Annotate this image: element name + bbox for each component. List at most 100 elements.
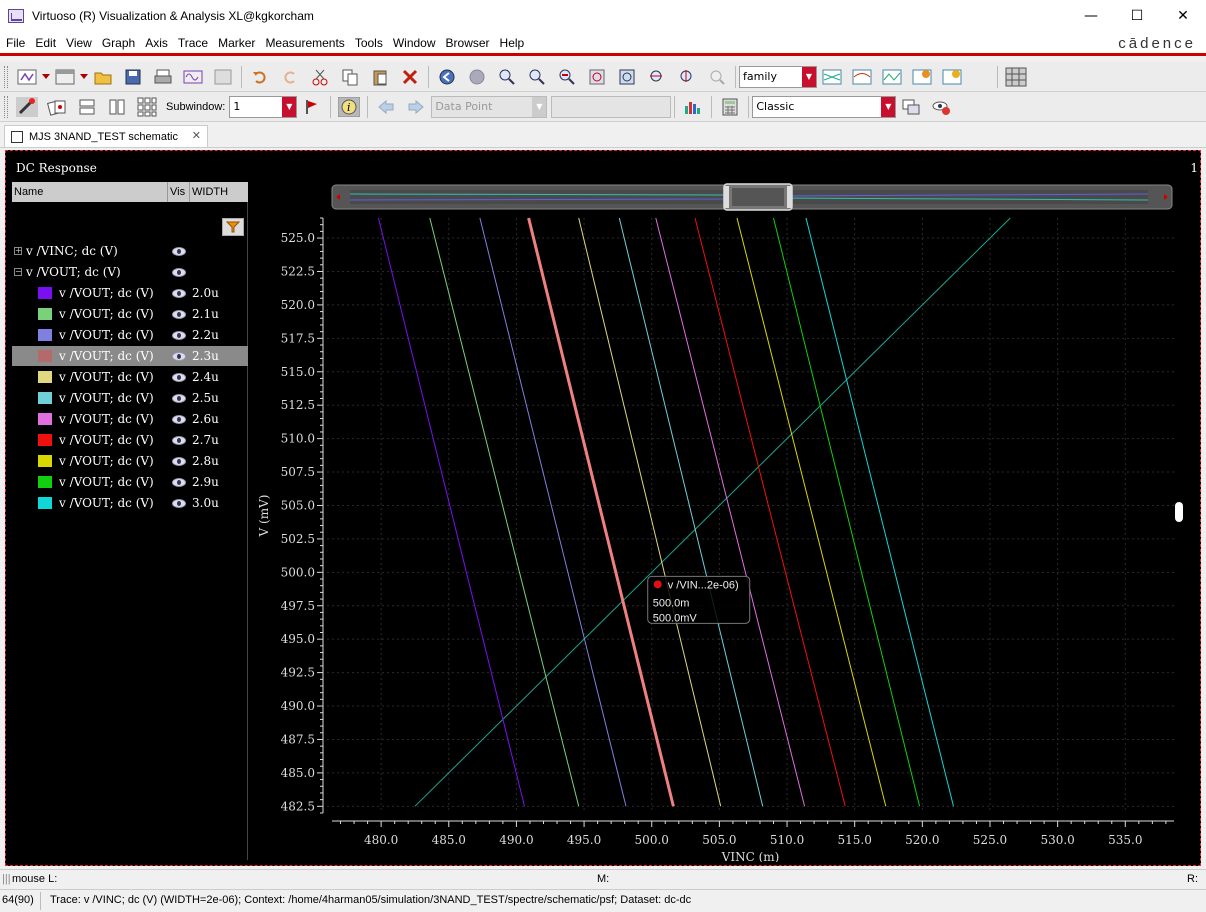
close-icon[interactable]: ✕ <box>192 129 201 142</box>
zoom-in-icon[interactable] <box>496 66 518 88</box>
cards-icon[interactable] <box>46 96 68 118</box>
visibility-eye-icon[interactable] <box>172 267 186 277</box>
tile-grid-icon[interactable] <box>136 96 158 118</box>
chevron-down-icon[interactable] <box>80 66 88 88</box>
arrow-right-icon[interactable] <box>405 96 427 118</box>
histogram-icon[interactable] <box>682 96 704 118</box>
marker-type-select[interactable]: Data Point ▼ <box>431 95 548 118</box>
tab-schematic[interactable]: MJS 3NAND_TEST schematic ✕ <box>4 125 208 147</box>
menu-axis[interactable]: Axis <box>141 36 172 50</box>
split-vertical-icon[interactable] <box>106 96 128 118</box>
stack-icon[interactable] <box>851 66 873 88</box>
flag-icon[interactable] <box>301 96 323 118</box>
toolbar-grip[interactable] <box>4 65 8 88</box>
trace-line-2.3u[interactable] <box>527 217 675 807</box>
trace-group-row[interactable]: + v /VINC; dc (V) <box>12 241 248 261</box>
replace-trace-icon[interactable] <box>941 66 963 88</box>
visibility-eye-icon[interactable] <box>172 351 186 361</box>
menu-measurements[interactable]: Measurements <box>261 36 348 50</box>
trace-line-2.0u[interactable] <box>377 217 525 807</box>
fit-icon[interactable] <box>616 66 638 88</box>
print-icon[interactable] <box>152 66 174 88</box>
menu-trace[interactable]: Trace <box>174 36 212 50</box>
close-window-button[interactable]: ✕ <box>1160 0 1206 32</box>
strip-chart-icon[interactable] <box>821 66 843 88</box>
visibility-eye-icon[interactable] <box>172 372 186 382</box>
menu-window[interactable]: Window <box>389 36 440 50</box>
visibility-eye-icon[interactable] <box>172 330 186 340</box>
expander-icon[interactable]: + <box>14 247 22 255</box>
menu-graph[interactable]: Graph <box>98 36 139 50</box>
trace-line-2.7u[interactable] <box>694 217 846 807</box>
zoom-x-icon[interactable] <box>526 66 548 88</box>
menu-browser[interactable]: Browser <box>442 36 494 50</box>
overlay-icon[interactable] <box>881 66 903 88</box>
paste-icon[interactable] <box>369 66 391 88</box>
trace-row[interactable]: v /VOUT; dc (V) 2.7u <box>12 430 248 450</box>
style-select[interactable]: Classic ▼ <box>752 95 897 118</box>
visibility-eye-icon[interactable] <box>172 393 186 403</box>
menu-edit[interactable]: Edit <box>31 36 60 50</box>
column-vis[interactable]: Vis <box>168 182 190 202</box>
chevron-down-icon[interactable] <box>42 66 50 88</box>
visibility-eye-icon[interactable] <box>172 414 186 424</box>
visibility-eye-icon[interactable] <box>172 435 186 445</box>
visibility-eye-icon[interactable] <box>172 288 186 298</box>
trace-line-2.5u[interactable] <box>618 217 764 807</box>
trace-line-2.9u[interactable] <box>773 217 921 807</box>
waveform-icon[interactable] <box>182 66 204 88</box>
select-pointer-icon[interactable] <box>16 96 38 118</box>
trace-line-3.0u[interactable] <box>805 217 954 807</box>
vertical-scroll-handle[interactable] <box>1175 502 1183 522</box>
previous-zoom-icon[interactable] <box>436 66 458 88</box>
trace-line-2.6u[interactable] <box>655 217 806 807</box>
visibility-eye-icon[interactable] <box>172 477 186 487</box>
add-trace-icon[interactable] <box>911 66 933 88</box>
dc-response-plot[interactable]: 525.0 522.5 520.0 517.5 515.0 512.5 510.0 507.5… <box>254 182 1194 862</box>
new-subwindow-icon[interactable] <box>54 66 76 88</box>
menu-help[interactable]: Help <box>496 36 529 50</box>
hide-eye-icon[interactable] <box>930 96 952 118</box>
trace-group-row[interactable]: − v /VOUT; dc (V) <box>12 262 248 282</box>
open-folder-icon[interactable] <box>92 66 114 88</box>
split-horizontal-icon[interactable] <box>76 96 98 118</box>
trace-row[interactable]: v /VOUT; dc (V) 2.2u <box>12 325 248 345</box>
marker-value-field[interactable] <box>551 95 672 118</box>
info-icon[interactable]: i <box>338 96 361 118</box>
arrow-left-icon[interactable] <box>375 96 397 118</box>
menu-file[interactable]: File <box>2 36 29 50</box>
column-name[interactable]: Name <box>12 182 168 202</box>
trace-row[interactable]: v /VOUT; dc (V) 2.4u <box>12 367 248 387</box>
visibility-eye-icon[interactable] <box>172 309 186 319</box>
next-zoom-icon[interactable] <box>466 66 488 88</box>
visibility-eye-icon[interactable] <box>172 498 186 508</box>
undo-icon[interactable] <box>249 66 271 88</box>
trace-row[interactable]: v /VOUT; dc (V) 2.0u <box>12 283 248 303</box>
subwindow-select[interactable]: 1 ▼ <box>229 95 298 118</box>
menu-view[interactable]: View <box>62 36 96 50</box>
filter-icon[interactable] <box>222 218 244 236</box>
menu-tools[interactable]: Tools <box>351 36 387 50</box>
graph-setup-icon[interactable] <box>212 66 234 88</box>
trace-row[interactable]: v /VOUT; dc (V) 3.0u <box>12 493 248 513</box>
trace-row[interactable]: v /VOUT; dc (V) 2.5u <box>12 388 248 408</box>
windows-icon[interactable] <box>900 96 922 118</box>
delete-icon[interactable] <box>399 66 421 88</box>
minimize-button[interactable]: — <box>1068 0 1114 32</box>
trace-row[interactable]: v /VOUT; dc (V) 2.3u <box>12 346 248 366</box>
visibility-eye-icon[interactable] <box>172 246 186 256</box>
zoom-fit-y-icon[interactable] <box>676 66 698 88</box>
thumb-handle-left[interactable] <box>724 186 729 208</box>
cut-icon[interactable] <box>309 66 331 88</box>
copy-icon[interactable] <box>339 66 361 88</box>
zoom-out-icon[interactable] <box>556 66 578 88</box>
trace-row[interactable]: v /VOUT; dc (V) 2.1u <box>12 304 248 324</box>
redo-icon[interactable] <box>279 66 301 88</box>
zoom-disabled-icon[interactable] <box>706 66 728 88</box>
plot-mode-select[interactable]: family ▼ <box>739 65 817 88</box>
zoom-box-icon[interactable] <box>586 66 608 88</box>
trace-row[interactable]: v /VOUT; dc (V) 2.8u <box>12 451 248 471</box>
visibility-eye-icon[interactable] <box>172 456 186 466</box>
calculator-icon[interactable] <box>719 96 741 118</box>
trace-row[interactable]: v /VOUT; dc (V) 2.6u <box>12 409 248 429</box>
